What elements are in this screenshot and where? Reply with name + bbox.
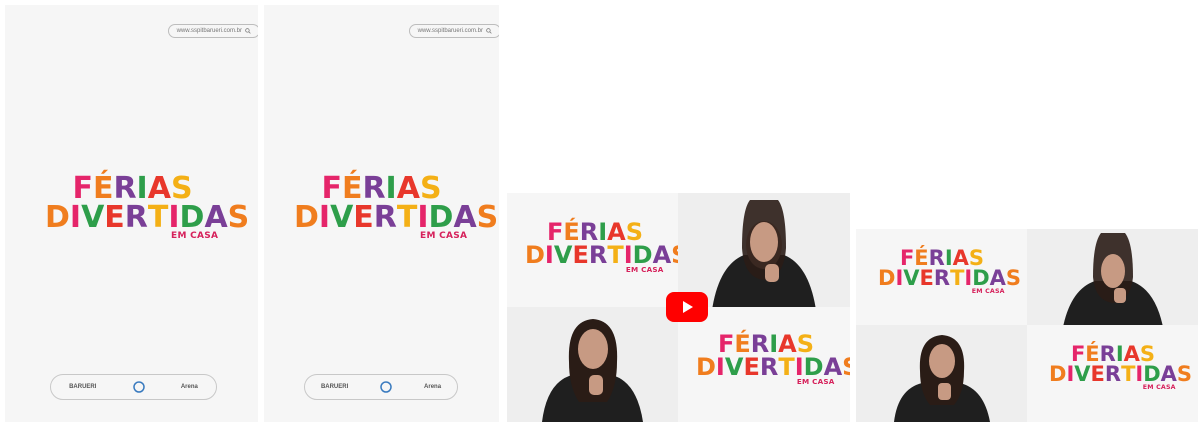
ferias-divertidas-logo: FÉRIAS DIVERTIDAS EM CASA bbox=[294, 174, 499, 241]
youtube-play-icon[interactable] bbox=[666, 292, 708, 322]
search-icon bbox=[486, 28, 492, 34]
person-photo bbox=[712, 200, 816, 307]
barueri-logo: BARUERI bbox=[320, 384, 349, 390]
person-photo bbox=[542, 319, 643, 422]
url-text: www.sspitbarueri.com.br bbox=[176, 28, 242, 34]
logo-line-2: DIVERTIDAS bbox=[696, 352, 850, 381]
barueri-logo: BARUERI bbox=[69, 384, 97, 390]
collage-card[interactable]: FÉRIAS DIVERTIDAS EM CASA FÉRIAS DIVERTI… bbox=[856, 229, 1198, 422]
collage-cell-logo-top: FÉRIAS DIVERTIDAS EM CASA bbox=[507, 193, 678, 307]
logo-line-2: DIVERTIDAS bbox=[525, 240, 678, 269]
collage-cell-photo-top bbox=[1027, 229, 1198, 325]
logo-line-2: DIVERTIDAS bbox=[45, 199, 250, 235]
secretaria-logo bbox=[380, 381, 392, 393]
ferias-divertidas-logo: FÉRIAS DIVERTIDAS EM CASA bbox=[878, 248, 1022, 295]
url-text: www.sspitbarueri.com.br bbox=[417, 28, 483, 34]
sponsor-pill: BARUERI Arena bbox=[50, 374, 217, 400]
collage-cell-logo-bottom: FÉRIAS DIVERTIDAS EM CASA bbox=[1027, 325, 1198, 422]
logo-line-2: DIVERTIDAS bbox=[294, 199, 499, 235]
ferias-divertidas-logo: FÉRIAS DIVERTIDAS EM CASA bbox=[1049, 344, 1193, 391]
url-pill: www.sspitbarueri.com.br bbox=[408, 24, 499, 38]
ferias-divertidas-logo: FÉRIAS DIVERTIDAS EM CASA bbox=[525, 220, 678, 273]
video-thumbnail-card[interactable]: FÉRIAS DIVERTIDAS EM CASA bbox=[507, 193, 850, 422]
logo-line-2: DIVERTIDAS bbox=[878, 265, 1022, 290]
ferias-divertidas-logo: FÉRIAS DIVERTIDAS EM CASA bbox=[696, 332, 850, 385]
collage-cell-photo-bottom bbox=[507, 307, 678, 422]
story-card-2[interactable]: www.sspitbarueri.com.br FÉRIAS DIVERTIDA… bbox=[264, 5, 499, 422]
collage-cell-photo-bottom bbox=[856, 325, 1027, 422]
person-photo bbox=[1063, 233, 1163, 325]
logo-line-2: DIVERTIDAS bbox=[1049, 361, 1193, 386]
collage-cell-logo-top: FÉRIAS DIVERTIDAS EM CASA bbox=[856, 229, 1027, 325]
ferias-divertidas-logo: FÉRIAS DIVERTIDAS EM CASA bbox=[45, 174, 250, 241]
person-photo bbox=[894, 335, 990, 422]
story-card-1[interactable]: www.sspitbarueri.com.br FÉRIAS DIVERTIDA… bbox=[5, 5, 258, 422]
collage-cell-logo-bottom: FÉRIAS DIVERTIDAS EM CASA bbox=[678, 307, 850, 422]
url-pill: www.sspitbarueri.com.br bbox=[167, 24, 258, 38]
search-icon bbox=[245, 28, 251, 34]
image-results-grid: www.sspitbarueri.com.br FÉRIAS DIVERTIDA… bbox=[0, 0, 1198, 422]
secretaria-logo bbox=[132, 381, 145, 393]
arena-logo: Arena bbox=[180, 384, 198, 390]
sponsor-pill: BARUERI Arena bbox=[304, 374, 458, 400]
arena-logo: Arena bbox=[424, 384, 442, 390]
collage-cell-photo-top bbox=[678, 193, 850, 307]
